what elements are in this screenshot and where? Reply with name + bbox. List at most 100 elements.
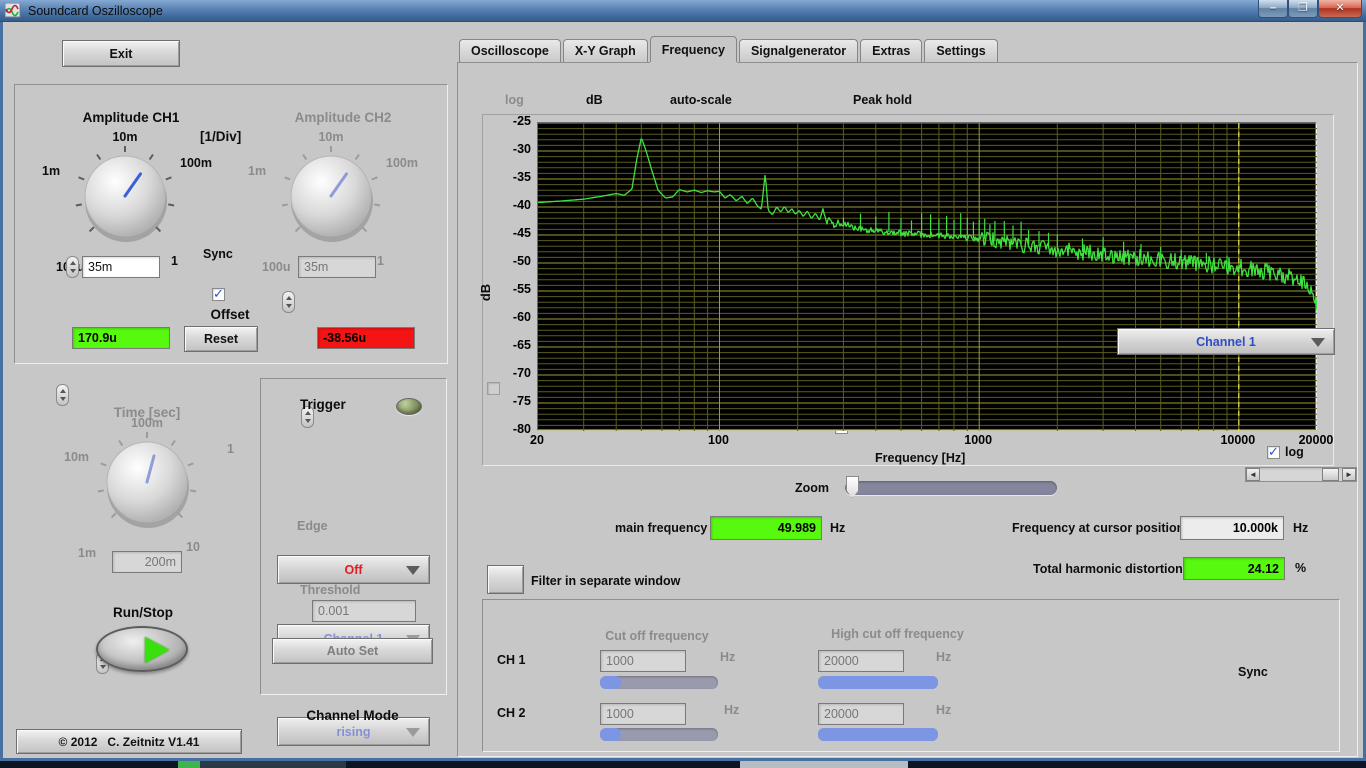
- tab-oscilloscope[interactable]: Oscilloscope: [459, 39, 561, 62]
- ch2-cutoff-fill: [600, 728, 622, 741]
- cutoff-header: Cut off frequency: [605, 629, 709, 643]
- ch2-high-slider[interactable]: [818, 728, 938, 741]
- y-tick-label: -65: [512, 338, 531, 352]
- ch1-cutoff-unit: Hz: [720, 650, 736, 664]
- channel-select-dropdown[interactable]: Channel 1: [1117, 328, 1335, 355]
- channel-select-value: Channel 1: [1196, 334, 1256, 349]
- time-knob: 100m 1 10m 1m 10: [62, 416, 234, 564]
- knob-label: 100m: [386, 156, 418, 170]
- y-tick-label: -50: [512, 254, 531, 268]
- amplitude-ch1-spinner[interactable]: [66, 256, 79, 278]
- scroll-right-arrow-icon[interactable]: ►: [1342, 468, 1356, 481]
- knob-label: 1: [227, 442, 234, 456]
- threshold-value: 0.001: [312, 600, 416, 622]
- offset-ch2-display: -38.56u: [317, 327, 415, 349]
- tab-extras[interactable]: Extras: [860, 39, 923, 62]
- x-tick-label: 1000: [964, 433, 993, 447]
- y-tick-label: -75: [512, 394, 531, 408]
- knob-label: 100u: [262, 260, 291, 274]
- zoom-slider-track[interactable]: [845, 481, 1057, 495]
- offset-reset-button[interactable]: Reset: [184, 326, 258, 352]
- sync-label: Sync: [203, 247, 233, 261]
- y-tick-label: -25: [512, 114, 531, 128]
- knob-label: 10m: [318, 130, 344, 144]
- graph-scrollbar[interactable]: ◄ ►: [1245, 467, 1357, 482]
- edge-label: Edge: [297, 519, 328, 533]
- cursor-frequency-label: Frequency at cursor position: [1012, 521, 1185, 535]
- chevron-down-icon: [406, 565, 420, 575]
- db-label: dB: [586, 93, 603, 107]
- y-tick-label: -40: [512, 198, 531, 212]
- y-tick-label: -60: [512, 310, 531, 324]
- filter-window-label: Filter in separate window: [531, 574, 681, 588]
- x-tick-label: 20: [530, 433, 544, 447]
- scrollbar-thumb[interactable]: [1322, 468, 1339, 481]
- filter-sync-label: Sync: [1238, 665, 1268, 679]
- tab-frequency[interactable]: Frequency: [649, 36, 737, 62]
- trigger-led: [396, 398, 422, 415]
- copyright-bar[interactable]: © 2012 C. Zeitnitz V1.41: [16, 729, 242, 754]
- exit-button[interactable]: Exit: [62, 40, 180, 67]
- knob-label: 100m: [131, 416, 163, 430]
- zoom-label: Zoom: [795, 481, 830, 495]
- restore-button[interactable]: ❐: [1288, 0, 1318, 18]
- tab-signalgenerator[interactable]: Signalgenerator: [738, 39, 859, 62]
- tab-x-y-graph[interactable]: X-Y Graph: [562, 39, 648, 62]
- minimize-button[interactable]: –: [1258, 0, 1288, 18]
- offset-ch1-spinner[interactable]: [56, 384, 69, 406]
- filter-window-button[interactable]: [487, 565, 524, 594]
- scroll-left-arrow-icon[interactable]: ◄: [1246, 468, 1260, 481]
- ch1-high-slider[interactable]: [818, 676, 938, 689]
- ch1-cutoff-value: 1000: [600, 650, 686, 672]
- knob-label: 10: [186, 540, 200, 554]
- chevron-down-icon: [406, 727, 420, 737]
- x-tick-label: 10000: [1220, 433, 1256, 447]
- ch1-high-unit: Hz: [936, 650, 952, 664]
- ch2-cutoff-slider[interactable]: [600, 728, 718, 741]
- y-tick-label: -45: [512, 226, 531, 240]
- trigger-mode-value: Off: [344, 562, 363, 577]
- thd-unit: %: [1295, 561, 1307, 575]
- run-stop-button[interactable]: [96, 626, 188, 672]
- tab-settings[interactable]: Settings: [924, 39, 998, 62]
- time-value: 200m: [112, 551, 182, 573]
- y-tick-label: -30: [512, 142, 531, 156]
- channel-mode-label: Channel Mode: [306, 708, 399, 723]
- y-tick-label: -35: [512, 170, 531, 184]
- offset-ch1-display: 170.9u: [72, 327, 170, 349]
- cursor-frequency-unit: Hz: [1293, 521, 1309, 535]
- close-button[interactable]: ✕: [1318, 0, 1362, 18]
- ch1-high-fill: [818, 676, 938, 689]
- knob-label: 100m: [180, 156, 212, 170]
- y-tick-label: -70: [512, 366, 531, 380]
- filter-ch2-label: CH 2: [497, 706, 526, 720]
- trigger-mode-dropdown[interactable]: Off: [277, 555, 430, 584]
- auto-scale-label: auto-scale: [670, 93, 732, 107]
- sync-checkbox[interactable]: [212, 286, 225, 302]
- log-scale-label: log: [1285, 445, 1304, 459]
- trigger-edge-value: rising: [336, 724, 371, 739]
- ch1-cutoff-slider[interactable]: [600, 676, 718, 689]
- window-controls: – ❐ ✕: [1258, 0, 1362, 18]
- knob-label: 1: [377, 254, 384, 268]
- amplitude-ch1-value[interactable]: 35m: [82, 256, 160, 278]
- app-window: Soundcard Oszilloscope – ❐ ✕ Exit Amplitud…: [0, 0, 1366, 768]
- ch2-high-value: 20000: [818, 703, 904, 725]
- run-stop-label: Run/Stop: [113, 605, 173, 620]
- filter-ch1-label: CH 1: [497, 653, 526, 667]
- spectrum-plot[interactable]: [537, 122, 1318, 432]
- play-icon: [145, 637, 169, 663]
- taskbar-segment: [200, 761, 346, 768]
- knob-label: 1m: [78, 546, 97, 560]
- log-scale-checkbox[interactable]: [1267, 444, 1280, 460]
- ch2-high-unit: Hz: [936, 703, 952, 717]
- titlebar: Soundcard Oszilloscope – ❐ ✕: [0, 0, 1366, 22]
- thd-display: 24.12: [1183, 557, 1285, 580]
- thd-label: Total harmonic distortion: [1033, 562, 1183, 576]
- log-label: log: [505, 93, 524, 107]
- amplitude-ch2-title: Amplitude CH2: [294, 110, 392, 125]
- app-icon: [4, 2, 21, 18]
- knob-label: 1m: [42, 164, 61, 178]
- tab-strip: Oscilloscope X-Y Graph Frequency Signalgene…: [459, 36, 1000, 62]
- ch1-cutoff-fill: [600, 676, 622, 689]
